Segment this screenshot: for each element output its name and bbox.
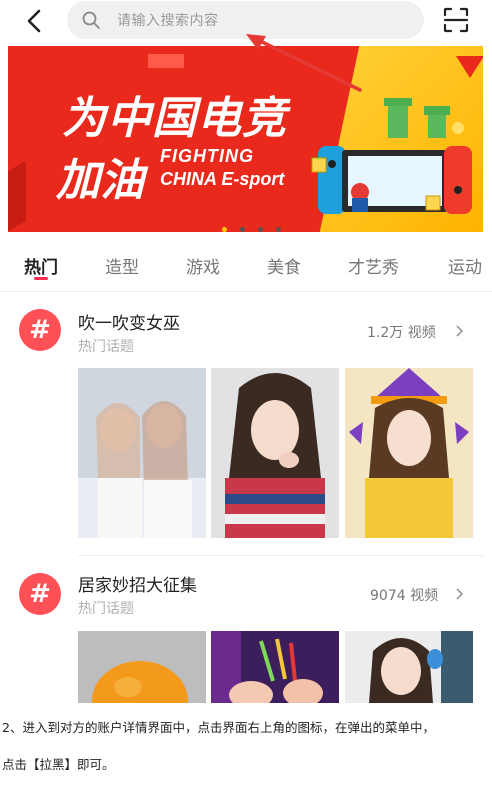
pagination-dot[interactable] bbox=[240, 227, 246, 232]
hashtag-icon: # bbox=[19, 573, 61, 615]
banner-pagination bbox=[222, 217, 289, 232]
topic-subtitle: 热门话题 bbox=[78, 339, 134, 355]
topic-separator bbox=[78, 555, 483, 556]
video-thumbnail-woman-hair-tie[interactable] bbox=[345, 631, 473, 703]
hashtag-icon: # bbox=[19, 309, 61, 351]
video-thumbnail-orange-fruit[interactable] bbox=[78, 631, 206, 703]
tab-games[interactable]: 游戏 bbox=[186, 253, 220, 278]
tabs-divider bbox=[0, 291, 492, 292]
topic-subtitle: 热门话题 bbox=[78, 601, 134, 617]
banner-deco-strip bbox=[148, 54, 184, 68]
promo-banner[interactable]: 为中国电竞 加油 FIGHTING CHINA E-sport bbox=[8, 46, 483, 232]
banner-english-1: FIGHTING bbox=[160, 146, 254, 166]
video-thumbnail-woman-peace-sign[interactable] bbox=[211, 368, 339, 538]
banner-headline-2: 加油 bbox=[56, 155, 144, 206]
tab-hot[interactable]: 热门 bbox=[24, 253, 58, 278]
active-tab-indicator bbox=[34, 277, 48, 280]
banner-deco-triangle bbox=[456, 56, 483, 78]
back-chevron-left-icon[interactable] bbox=[20, 6, 50, 36]
search-bar[interactable]: 请输入搜索内容 bbox=[67, 1, 424, 39]
tab-food[interactable]: 美食 bbox=[267, 253, 301, 278]
top-bar: 请输入搜索内容 bbox=[0, 0, 492, 44]
video-thumbnail-woman-witch-hat[interactable] bbox=[345, 368, 473, 538]
banner-headline-1: 为中国电竞 bbox=[62, 93, 287, 144]
tab-styling[interactable]: 造型 bbox=[105, 253, 139, 278]
article-text-line-1: 2、进入到对方的账户详情界面中，点击界面右上角的图标，在弹出的菜单中， bbox=[2, 720, 435, 735]
article-text-line-2: 点击【拉黑】即可。 bbox=[2, 757, 115, 772]
chevron-right-icon[interactable] bbox=[455, 587, 465, 601]
topic-video-count: 1.2万 视频 bbox=[367, 325, 436, 341]
video-thumbnail-two-women-selfie[interactable] bbox=[78, 368, 206, 538]
scan-icon[interactable] bbox=[443, 7, 469, 33]
category-tabs: 热门 造型 游戏 美食 才艺秀 运动 bbox=[0, 246, 492, 290]
chevron-right-icon[interactable] bbox=[455, 324, 465, 338]
game-console-illustration bbox=[311, 98, 472, 214]
search-placeholder: 请输入搜索内容 bbox=[117, 13, 219, 29]
topic-video-count: 9074 视频 bbox=[370, 588, 439, 604]
topic-title: 吹一吹变女巫 bbox=[78, 314, 180, 334]
banner-english-2: CHINA E-sport bbox=[160, 169, 285, 189]
banner-deco-bar bbox=[8, 160, 26, 232]
pagination-dot-active[interactable] bbox=[222, 227, 227, 232]
search-icon bbox=[82, 11, 100, 29]
tab-talent[interactable]: 才艺秀 bbox=[348, 253, 399, 278]
topic-title: 居家妙招大征集 bbox=[78, 576, 197, 596]
tab-sports[interactable]: 运动 bbox=[448, 253, 482, 278]
video-thumbnail-clips-hands[interactable] bbox=[211, 631, 339, 703]
